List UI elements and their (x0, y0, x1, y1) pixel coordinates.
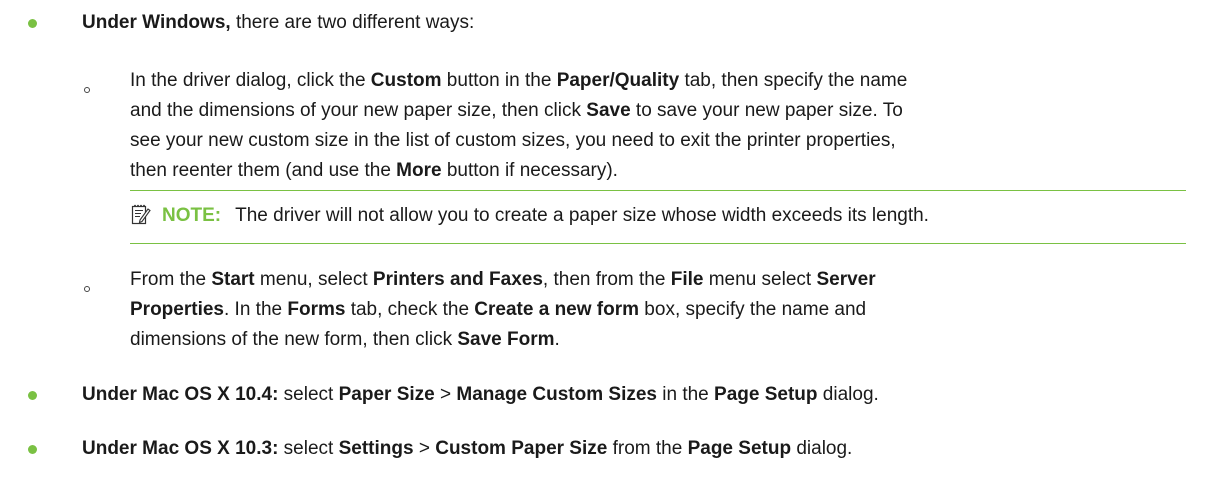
sub-bullet-method2 (84, 286, 90, 292)
note-text: The driver will not allow you to create … (235, 205, 929, 226)
note-label: NOTE: (162, 205, 222, 226)
method1-line-3: see your new custom size in the list of … (130, 130, 896, 151)
bullet-mac104 (28, 391, 37, 400)
file-term: File (670, 269, 704, 290)
method1-line-1: In the driver dialog, click the Custom b… (130, 70, 908, 91)
bullet-windows (28, 19, 37, 28)
forms-term: Forms (287, 299, 346, 320)
method2-line-2: Properties. In the Forms tab, check the … (130, 299, 867, 320)
bullet-mac103 (28, 445, 37, 454)
method1-paragraph: In the driver dialog, click the Custom b… (130, 66, 907, 186)
method1-line-2: and the dimensions of your new paper siz… (130, 100, 903, 121)
mac103-line: Under Mac OS X 10.3: select Settings > C… (82, 438, 853, 459)
method2-line-1: From the Start menu, select Printers and… (130, 269, 876, 290)
save-form-term: Save Form (457, 329, 555, 350)
sub-bullet-method1 (84, 87, 90, 93)
note-bottom-rule (130, 243, 1186, 244)
note-line: NOTE: The driver will not allow you to cr… (162, 201, 929, 231)
printers-faxes-term: Printers and Faxes (372, 269, 543, 290)
save-term: Save (586, 100, 631, 121)
properties-term: Properties (130, 299, 224, 320)
note-top-rule (130, 190, 1186, 191)
paper-quality-term: Paper/Quality (556, 70, 680, 91)
custom-term: Custom (370, 70, 442, 91)
method2-line-3: dimensions of the new form, then click S… (130, 329, 560, 350)
windows-line: Under Windows, there are two different w… (82, 8, 474, 38)
mac103-heading: Under Mac OS X 10.3: (82, 438, 279, 459)
server-term: Server (816, 269, 876, 290)
mac104-line: Under Mac OS X 10.4: select Paper Size >… (82, 384, 879, 405)
windows-heading: Under Windows, (82, 12, 231, 33)
method1-line-4: then reenter them (and use the More butt… (130, 160, 618, 181)
mac104-heading: Under Mac OS X 10.4: (82, 384, 279, 405)
method2-paragraph: From the Start menu, select Printers and… (130, 265, 876, 355)
start-term: Start (211, 269, 255, 290)
create-form-term: Create a new form (474, 299, 640, 320)
note-pencil-icon (131, 204, 151, 232)
more-term: More (396, 160, 442, 181)
windows-heading-rest: there are two different ways: (230, 12, 475, 33)
